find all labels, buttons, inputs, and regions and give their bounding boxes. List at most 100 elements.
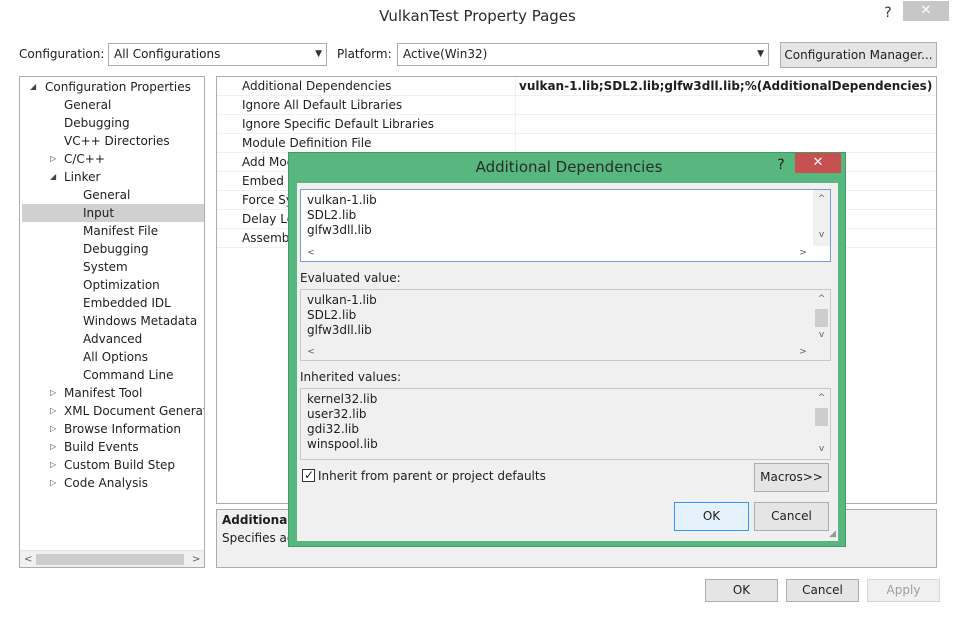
dialog-help-button[interactable]: ?	[771, 155, 791, 175]
expanded-arrow-icon[interactable]: ◢	[30, 78, 36, 96]
tree-item-label: Browse Information	[64, 422, 181, 436]
tree-item-label: System	[83, 260, 128, 274]
resize-grip-icon[interactable]: ◢	[826, 529, 836, 539]
expanded-arrow-icon[interactable]: ◢	[50, 168, 56, 186]
tree-item[interactable]: ▷ Custom Build Step	[20, 456, 204, 474]
tree-item-label: Advanced	[83, 332, 143, 346]
tree-item[interactable]: System	[20, 258, 204, 276]
property-name: Module Definition File	[242, 136, 372, 150]
tree-item[interactable]: ▷ C/C++	[20, 150, 204, 168]
tree-item[interactable]: ▷ Code Analysis	[20, 474, 204, 492]
scroll-left-icon[interactable]: <	[303, 344, 319, 360]
scroll-down-icon[interactable]: v	[813, 228, 830, 243]
tree-scroll-thumb[interactable]	[36, 554, 184, 565]
inherited-line: winspool.lib	[307, 437, 378, 451]
ok-button[interactable]: OK	[705, 579, 778, 602]
cancel-button[interactable]: Cancel	[786, 579, 859, 602]
scroll-up-icon[interactable]: ^	[813, 292, 830, 307]
tree-item-label: Command Line	[83, 368, 174, 382]
tree-item[interactable]: Advanced	[20, 330, 204, 348]
tree-item-label: Build Events	[64, 440, 139, 454]
property-name: Ignore Specific Default Libraries	[242, 117, 434, 131]
tree-item-label: Windows Metadata	[83, 314, 198, 328]
property-name: Ignore All Default Libraries	[242, 98, 403, 112]
property-value[interactable]: vulkan-1.lib;SDL2.lib;glfw3dll.lib;%(Add…	[519, 77, 932, 96]
scroll-left-icon[interactable]: <	[24, 551, 32, 567]
dialog-close-button[interactable]: ✕	[795, 153, 841, 173]
property-row[interactable]: Ignore Specific Default Libraries	[217, 115, 936, 134]
tree-item[interactable]: General	[20, 96, 204, 114]
collapsed-arrow-icon[interactable]: ▷	[50, 456, 56, 474]
scroll-down-icon[interactable]: v	[813, 328, 830, 343]
property-name: Force Sy	[242, 193, 293, 207]
property-row[interactable]: Module Definition File	[217, 134, 936, 153]
scroll-right-icon[interactable]: >	[795, 245, 811, 261]
column-divider	[515, 115, 516, 134]
edit-horizontal-scrollbar[interactable]: < >	[301, 245, 813, 261]
tree-item[interactable]: Embedded IDL	[20, 294, 204, 312]
dialog-ok-button[interactable]: OK	[674, 502, 749, 531]
column-divider	[515, 96, 516, 115]
tree-item[interactable]: Command Line	[20, 366, 204, 384]
evaluated-horizontal-scrollbar[interactable]: < >	[301, 344, 813, 360]
tree-item-label: Optimization	[83, 278, 160, 292]
tree-item[interactable]: General	[20, 186, 204, 204]
chevron-down-icon: ▼	[315, 49, 322, 59]
collapsed-arrow-icon[interactable]: ▷	[50, 384, 56, 402]
edit-vertical-scrollbar[interactable]: ^ v	[813, 190, 830, 246]
evaluated-line: SDL2.lib	[307, 308, 357, 322]
scroll-right-icon[interactable]: >	[192, 551, 200, 567]
window-close-button[interactable]: ✕	[903, 1, 949, 21]
evaluated-value-box: vulkan-1.lib SDL2.lib glfw3dll.lib ^ v < >	[300, 289, 831, 361]
platform-label: Platform:	[337, 47, 392, 61]
collapsed-arrow-icon[interactable]: ▷	[50, 402, 56, 420]
inherit-checkbox[interactable]: ✓	[302, 468, 315, 482]
tree-item[interactable]: All Options	[20, 348, 204, 366]
evaluated-scroll-thumb[interactable]	[815, 309, 828, 327]
scroll-right-icon[interactable]: >	[795, 344, 811, 360]
tree-item[interactable]: ▷ Browse Information	[20, 420, 204, 438]
platform-combo[interactable]: Active(Win32) ▼	[397, 43, 769, 66]
scroll-down-icon[interactable]: v	[813, 442, 830, 457]
macros-button[interactable]: Macros>>	[754, 463, 829, 492]
property-row[interactable]: Ignore All Default Libraries	[217, 96, 936, 115]
dialog-cancel-button[interactable]: Cancel	[754, 502, 829, 531]
tree-item[interactable]: ▷ Manifest Tool	[20, 384, 204, 402]
scroll-up-icon[interactable]: ^	[813, 192, 830, 207]
tree-item[interactable]: Debugging	[20, 240, 204, 258]
tree-item[interactable]: ◢ Configuration Properties	[20, 78, 204, 96]
collapsed-arrow-icon[interactable]: ▷	[50, 438, 56, 456]
collapsed-arrow-icon[interactable]: ▷	[50, 420, 56, 438]
tree-item[interactable]: ▷ Build Events	[20, 438, 204, 456]
tree-item-label: Linker	[64, 170, 101, 184]
collapsed-arrow-icon[interactable]: ▷	[50, 474, 56, 492]
collapsed-arrow-icon[interactable]: ▷	[50, 150, 56, 168]
evaluated-line: vulkan-1.lib	[307, 293, 377, 307]
evaluated-vertical-scrollbar[interactable]: ^ v	[813, 290, 830, 345]
configuration-manager-button[interactable]: Configuration Manager...	[780, 42, 937, 68]
property-name: Additional Dependencies	[242, 79, 392, 93]
scroll-up-icon[interactable]: ^	[813, 391, 830, 406]
tree-horizontal-scrollbar[interactable]: < >	[20, 550, 204, 567]
tree-item[interactable]: ▷ XML Document Generator	[20, 402, 204, 420]
tree-item[interactable]: Debugging	[20, 114, 204, 132]
property-tree[interactable]: ◢ Configuration Properties General Debuggin…	[19, 76, 205, 568]
help-button[interactable]: ?	[876, 2, 900, 24]
tree-item[interactable]: Windows Metadata	[20, 312, 204, 330]
tree-item[interactable]: Input	[20, 204, 204, 222]
tree-item[interactable]: VC++ Directories	[20, 132, 204, 150]
inherited-vertical-scrollbar[interactable]: ^ v	[813, 389, 830, 459]
dependency-line: SDL2.lib	[307, 208, 357, 222]
tree-item[interactable]: ◢ Linker	[20, 168, 204, 186]
tree-item[interactable]: Optimization	[20, 276, 204, 294]
window-title: VulkanTest Property Pages	[379, 7, 576, 25]
configuration-combo[interactable]: All Configurations ▼	[108, 43, 327, 66]
inherit-checkbox-label[interactable]: Inherit from parent or project defaults	[318, 469, 546, 483]
property-row[interactable]: Additional Dependencies vulkan-1.lib;SDL2…	[217, 77, 936, 96]
tree-item-label: Custom Build Step	[64, 458, 176, 472]
dependencies-edit-box[interactable]: vulkan-1.lib SDL2.lib glfw3dll.lib ^ v < >	[300, 189, 831, 262]
scroll-left-icon[interactable]: <	[303, 245, 319, 261]
inherited-scroll-thumb[interactable]	[815, 408, 828, 426]
apply-button[interactable]: Apply	[867, 579, 940, 602]
tree-item[interactable]: Manifest File	[20, 222, 204, 240]
